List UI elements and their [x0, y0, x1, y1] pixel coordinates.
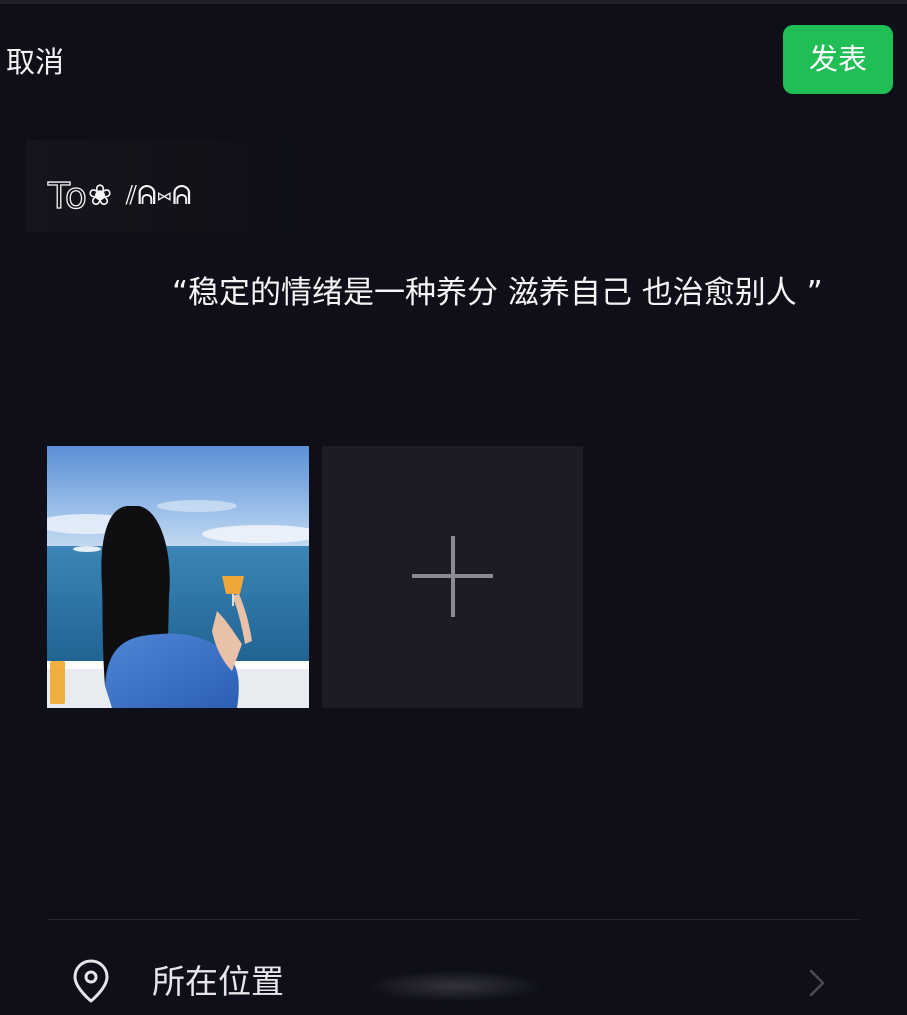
plus-icon	[451, 536, 455, 617]
publish-button[interactable]: 发表	[783, 25, 893, 94]
post-body-text[interactable]: “稳定的情绪是一种养分 滋养自己 也治愈别人 ”	[48, 267, 848, 319]
location-pin-icon	[73, 959, 109, 1003]
photo-image	[47, 446, 309, 708]
divider	[48, 919, 860, 920]
chevron-right-icon	[809, 969, 825, 997]
cancel-button[interactable]: 取消	[6, 44, 64, 80]
post-title: To❀ ⫽ᕱ⑅ᕱ	[47, 172, 192, 220]
kaomoji-text: ⫽ᕱ⑅ᕱ	[125, 181, 192, 211]
location-row[interactable]: 所在位置	[0, 930, 907, 1015]
compose-moment-screen: 取消 发表 To❀ ⫽ᕱ⑅ᕱ “稳定的情绪是一种养分 滋养自己 也治愈别人 ”	[0, 0, 907, 1015]
title-outline-text: To	[47, 175, 88, 217]
top-edge	[0, 0, 907, 4]
blurred-location-text	[365, 970, 545, 1002]
add-photo-button[interactable]	[322, 446, 583, 708]
location-label: 所在位置	[152, 962, 284, 1001]
flower-icon: ❀	[87, 178, 114, 212]
photo-thumbnail[interactable]	[47, 446, 309, 708]
